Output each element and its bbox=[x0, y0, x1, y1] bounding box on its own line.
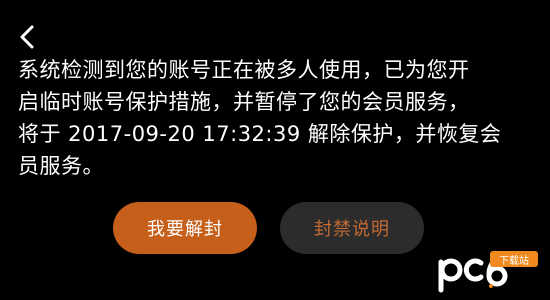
protection-message: 系统检测到您的账号正在被多人使用，已为您开 启临时账号保护措施，并暂停了您的会员… bbox=[18, 58, 502, 178]
chevron-left-icon bbox=[17, 24, 37, 50]
unblock-button[interactable]: 我要解封 bbox=[113, 202, 257, 254]
ban-info-button[interactable]: 封禁说明 bbox=[280, 202, 424, 254]
watermark-logo: 下载站 bbox=[433, 246, 545, 296]
watermark-badge: 下载站 bbox=[490, 251, 538, 267]
account-protection-screen: 系统检测到您的账号正在被多人使用，已为您开 启临时账号保护措施，并暂停了您的会员… bbox=[0, 0, 550, 300]
back-button[interactable] bbox=[10, 20, 44, 54]
